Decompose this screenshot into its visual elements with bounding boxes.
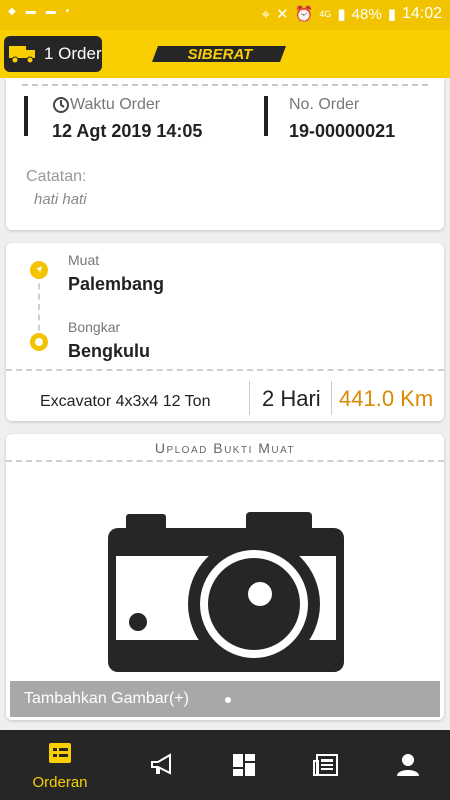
active-order-button[interactable]: 1 Order	[4, 36, 102, 72]
notification-truck-icon: ▬	[25, 6, 36, 17]
clock: 14:02	[401, 5, 442, 22]
separator	[249, 381, 250, 415]
notification-diamond-icon: ◆	[8, 6, 16, 17]
order-time-label: Waktu Order	[70, 96, 161, 113]
divider	[6, 460, 444, 462]
network-type: 4G	[319, 9, 332, 19]
siberat-logo: SIBERAT	[152, 46, 286, 63]
order-number-label: No. Order	[289, 96, 360, 113]
divider	[6, 369, 444, 371]
dashboard-icon	[233, 754, 255, 776]
camera-icon[interactable]	[108, 512, 344, 672]
notification-dot-icon: •	[65, 6, 70, 17]
svg-text:SIBERAT: SIBERAT	[188, 46, 255, 63]
signal-icon: ▮	[337, 6, 346, 23]
notification-app-icon: ▬	[45, 6, 56, 17]
nav-announcements[interactable]	[124, 730, 200, 800]
pickup-pin-icon	[30, 261, 48, 279]
add-image-button[interactable]: Tambahkan Gambar(+)	[10, 681, 440, 717]
distance: 441.0 Km	[339, 386, 434, 411]
note-label: Catatan:	[26, 168, 87, 185]
mute-icon: ✕	[276, 6, 289, 23]
battery-icon: ▮	[387, 6, 396, 23]
order-number-value: 19-00000021	[289, 121, 396, 141]
order-count-label: 1 Order	[44, 44, 102, 63]
newspaper-icon	[313, 754, 338, 776]
status-bar: ◆ ▬ ▬ • ⌖ ✕ ⏰ 4G ▮ 48% ▮ 14:02	[0, 0, 450, 30]
pickup-label: Muat	[68, 252, 100, 268]
upload-card: Upload Bukti Muat Tambahkan Gambar(+)	[6, 434, 444, 720]
order-info-card: Waktu Order 12 Agt 2019 14:05 No. Order …	[6, 78, 444, 230]
clock-icon	[53, 97, 69, 113]
nav-profile[interactable]	[370, 730, 446, 800]
duration: 2 Hari	[262, 386, 321, 411]
separator	[331, 381, 332, 415]
drop-pin-icon	[30, 333, 48, 351]
megaphone-icon	[151, 753, 171, 775]
truck-icon	[9, 46, 35, 64]
pickup-city: Palembang	[68, 274, 165, 294]
profile-icon	[397, 754, 419, 776]
route-line	[38, 273, 40, 341]
upload-title: Upload Bukti Muat	[154, 440, 296, 456]
route-card: Muat Palembang Bongkar Bengkulu Excavato…	[6, 243, 444, 421]
divider	[22, 84, 428, 86]
add-indicator-dot	[225, 697, 231, 703]
number-accent-bar	[264, 96, 268, 136]
time-accent-bar	[24, 96, 28, 136]
location-icon: ⌖	[261, 5, 271, 23]
drop-city: Bengkulu	[68, 341, 151, 361]
add-image-label: Tambahkan Gambar(+)	[24, 690, 189, 707]
nav-news[interactable]	[288, 730, 364, 800]
drop-label: Bongkar	[68, 319, 121, 335]
order-time-value: 12 Agt 2019 14:05	[52, 121, 203, 141]
nav-orders-label: Orderan	[32, 773, 88, 791]
app-bar: 1 Order SIBERAT	[0, 30, 450, 78]
battery-percent: 48%	[351, 5, 382, 23]
nav-dashboard[interactable]	[206, 730, 282, 800]
vehicle-type: Excavator 4x3x4 12 Ton	[40, 393, 211, 410]
nav-orders[interactable]: Orderan	[22, 730, 98, 800]
notification-icons: ◆ ▬ ▬ •	[8, 6, 69, 17]
bottom-navigation: Orderan	[0, 730, 450, 800]
alarm-icon: ⏰	[294, 6, 314, 23]
note-value: hati hati	[34, 191, 87, 208]
orders-icon	[49, 742, 71, 763]
